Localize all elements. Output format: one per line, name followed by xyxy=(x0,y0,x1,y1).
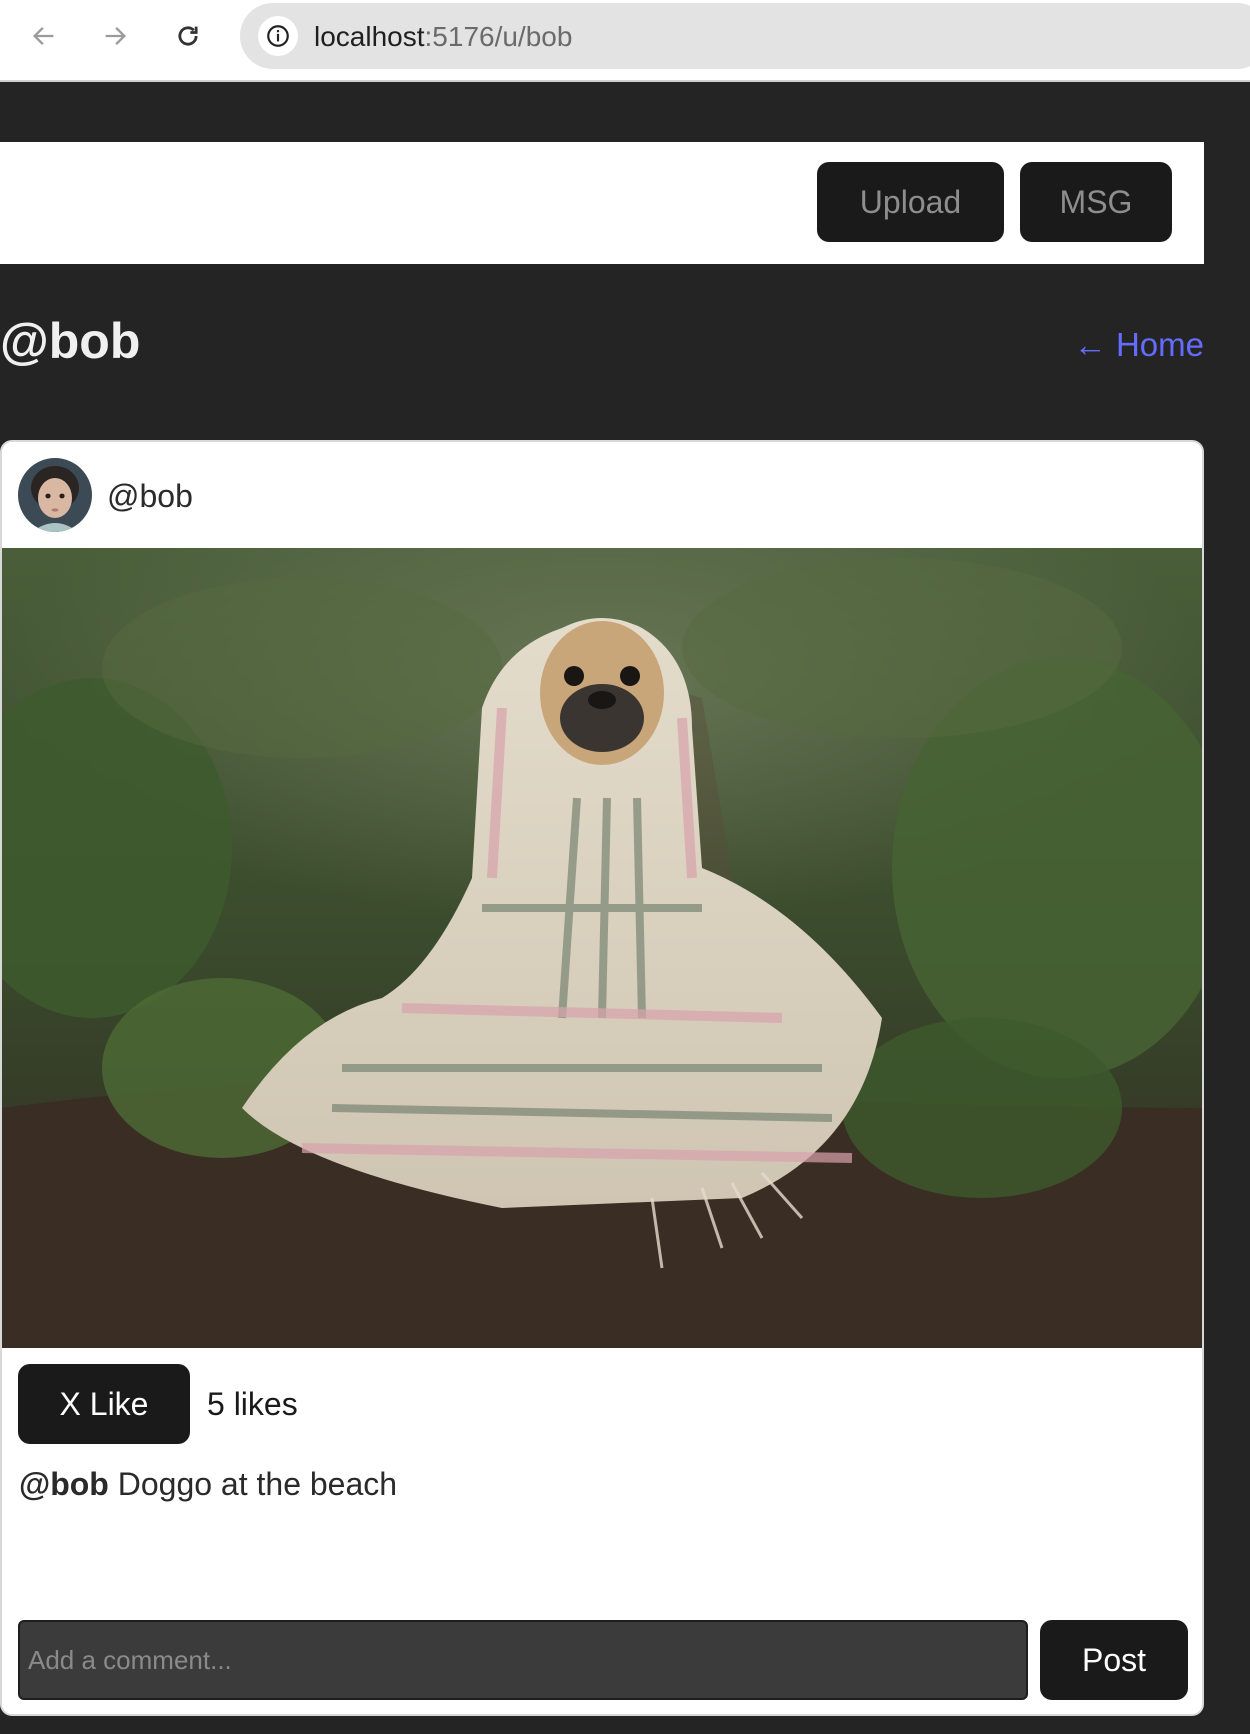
page-title: @bob xyxy=(0,313,141,369)
post-card: @bob X Like 5 likes @bob Doggo at the be… xyxy=(0,440,1204,1716)
caption-username[interactable]: @bob xyxy=(19,1466,109,1502)
browser-toolbar: localhost:5176/u/bob xyxy=(0,0,1250,82)
comment-input[interactable] xyxy=(18,1620,1028,1700)
msg-button[interactable]: MSG xyxy=(1020,162,1172,242)
post-username[interactable]: @bob xyxy=(107,478,193,515)
upload-button[interactable]: Upload xyxy=(817,162,1004,242)
caption-text: Doggo at the beach xyxy=(108,1466,398,1502)
like-button[interactable]: X Like xyxy=(18,1364,190,1444)
url-path: :5176/u/bob xyxy=(424,21,573,52)
post-header: @bob xyxy=(2,442,1202,548)
post-comment-button[interactable]: Post xyxy=(1040,1620,1188,1700)
post-caption: @bob Doggo at the beach xyxy=(19,1466,397,1503)
like-count: 5 likes xyxy=(207,1386,298,1422)
avatar[interactable] xyxy=(18,458,92,532)
url-host: localhost xyxy=(314,21,425,52)
reload-icon[interactable] xyxy=(166,14,210,58)
url-text: localhost:5176/u/bob xyxy=(314,21,572,53)
back-arrow-icon[interactable] xyxy=(22,14,66,58)
app-topbar: Upload MSG xyxy=(0,142,1204,264)
home-link[interactable]: ← Home xyxy=(1074,326,1204,364)
post-image xyxy=(2,548,1202,1348)
forward-arrow-icon[interactable] xyxy=(93,14,137,58)
address-bar[interactable]: localhost:5176/u/bob xyxy=(240,3,1250,69)
site-info-icon[interactable] xyxy=(258,16,298,56)
